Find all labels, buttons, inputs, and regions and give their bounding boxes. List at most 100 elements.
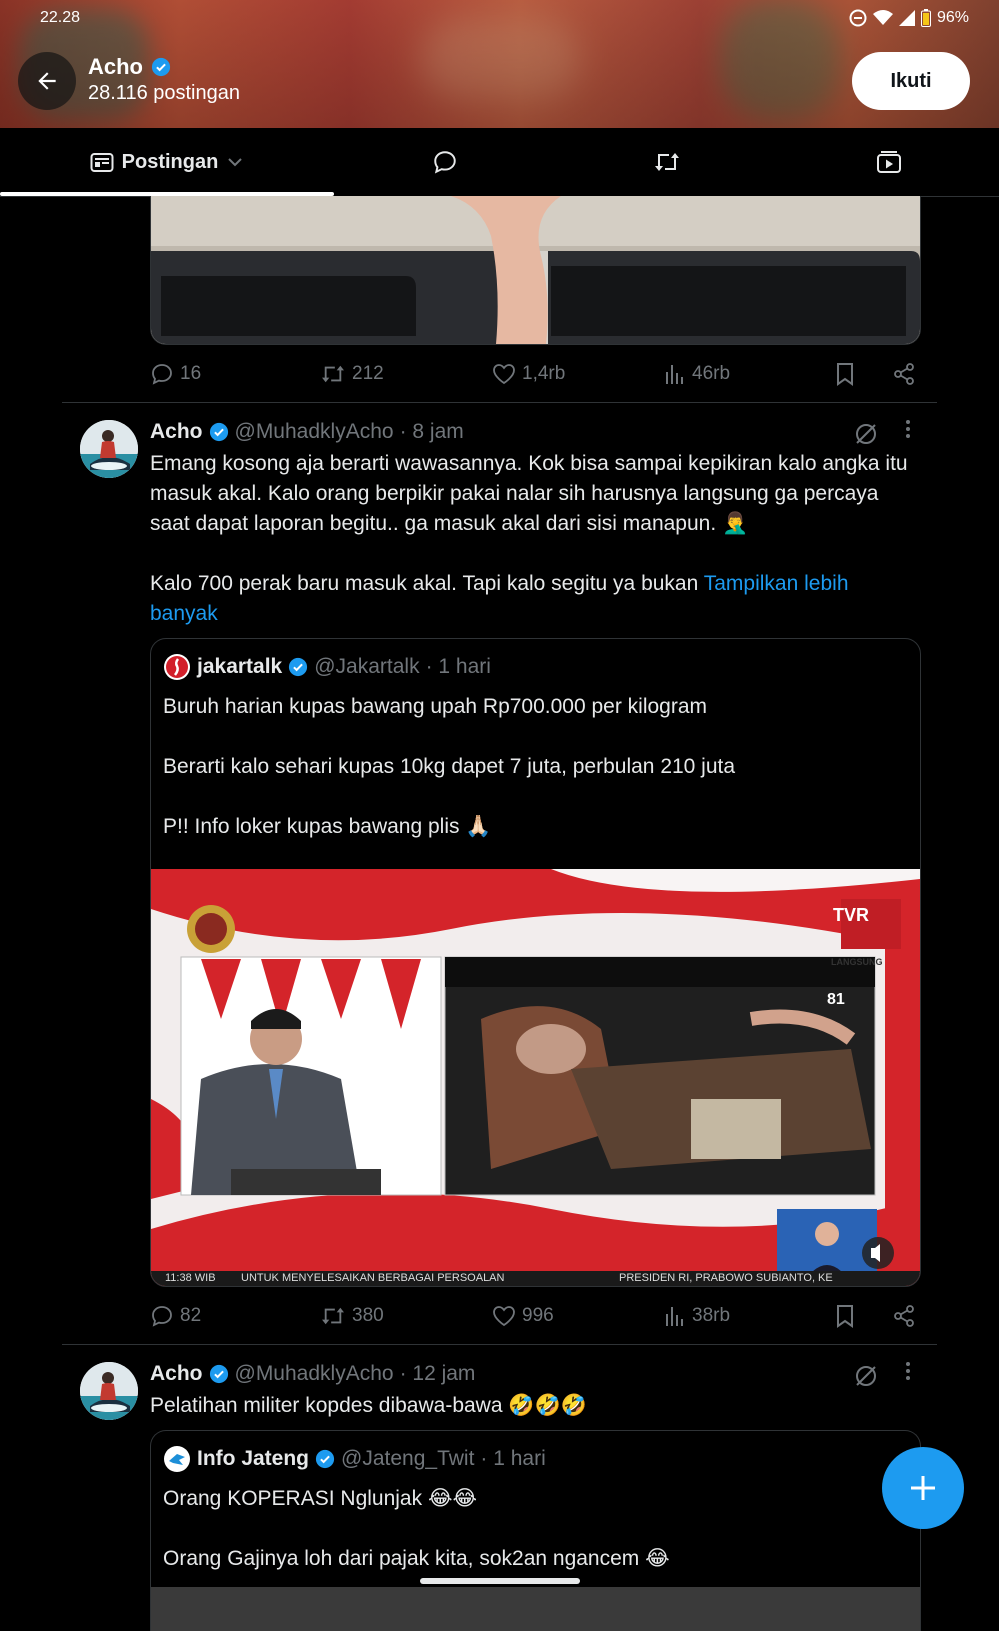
post-header: Acho @MuhadklyAcho · 8 jam <box>150 420 464 444</box>
bookmark-button[interactable] <box>834 362 856 386</box>
quote-time: · 1 hari <box>425 655 491 678</box>
tab-replies[interactable] <box>334 128 556 196</box>
quoted-post[interactable]: Info Jateng @Jateng_Twit · 1 hari Orang … <box>150 1430 921 1631</box>
quote-line-2: Orang Gajinya loh dari pajak kita, sok2a… <box>163 1547 670 1570</box>
reply-tab-icon <box>432 149 458 175</box>
like-button[interactable]: 1,4rb <box>492 363 565 385</box>
author-name[interactable]: Acho <box>150 1362 203 1386</box>
ticker-time: 11:38 WIB <box>165 1272 216 1284</box>
back-button[interactable] <box>18 52 76 110</box>
profile-name-row: Acho <box>88 54 171 80</box>
like-count: 996 <box>522 1305 554 1326</box>
reply-button[interactable]: 82 <box>150 1304 201 1328</box>
dnd-icon <box>849 9 867 27</box>
quote-author-name: jakartalk <box>197 655 283 678</box>
quote-video[interactable]: TVR LANGSUNG 81 11:38 WIB UNTUK MENYELES… <box>151 869 920 1286</box>
quoted-post[interactable]: jakartalk @Jakartalk · 1 hari Buruh hari… <box>150 638 921 1287</box>
signal-icon <box>898 10 915 26</box>
avatar[interactable] <box>80 1362 138 1420</box>
reply-icon <box>150 362 174 386</box>
post-time: · 8 jam <box>399 420 464 443</box>
info-jateng-avatar <box>163 1445 191 1473</box>
post-text-p1: Emang kosong aja berarti wawasannya. Kok… <box>150 452 908 535</box>
quote-media-preview[interactable] <box>151 1587 920 1631</box>
heart-icon <box>492 1305 516 1327</box>
author-handle[interactable]: @MuhadklyAcho <box>235 420 394 444</box>
home-indicator[interactable] <box>420 1578 580 1584</box>
post-1-actions: 16 212 1,4rb 46rb <box>150 356 919 392</box>
bookmark-icon <box>834 1304 856 1328</box>
chevron-down-icon <box>226 153 244 171</box>
compose-button[interactable] <box>882 1447 964 1529</box>
verified-badge-icon <box>288 657 308 677</box>
battery-level: 96% <box>936 9 969 26</box>
tab-media[interactable] <box>778 128 999 196</box>
avatar[interactable] <box>80 420 138 478</box>
author-name[interactable]: Acho <box>150 420 203 444</box>
views-button[interactable]: 38rb <box>664 1305 730 1327</box>
ticker-text: UNTUK MENYELESAIKAN BERBAGAI PERSOALAN <box>241 1272 505 1284</box>
more-options-icon[interactable] <box>905 1360 911 1382</box>
bookmark-icon <box>834 362 856 386</box>
share-button[interactable] <box>892 1304 916 1328</box>
repost-icon <box>320 363 346 385</box>
quote-line-1: Orang KOPERASI Nglunjak 😂😂 <box>163 1487 478 1510</box>
repost-button[interactable]: 380 <box>320 1305 384 1327</box>
like-button[interactable]: 996 <box>492 1305 554 1327</box>
repost-tab-icon <box>653 149 681 175</box>
post-header: Acho @MuhadklyAcho · 12 jam <box>150 1362 475 1386</box>
repost-icon <box>320 1305 346 1327</box>
post-time: · 12 jam <box>399 1362 476 1385</box>
quote-line-1: Buruh harian kupas bawang upah Rp700.000… <box>163 695 708 718</box>
battery-icon <box>920 9 931 27</box>
posts-icon <box>90 151 114 173</box>
like-count: 1,4rb <box>522 363 566 384</box>
views-button[interactable]: 46rb <box>664 363 730 385</box>
grok-icon[interactable] <box>854 1364 878 1388</box>
verified-badge-icon <box>151 57 171 77</box>
views-count: 46rb <box>692 363 731 384</box>
tv-logo: TVR <box>833 905 869 925</box>
plus-icon <box>908 1473 938 1503</box>
wifi-icon <box>872 10 893 26</box>
profile-tabs: Postingan <box>0 128 999 197</box>
tab-reposts[interactable] <box>556 128 778 196</box>
post-count: 28.116 postingan <box>88 82 240 104</box>
author-handle[interactable]: @MuhadklyAcho <box>235 1362 394 1386</box>
reply-button[interactable]: 16 <box>150 362 201 386</box>
repost-count: 380 <box>352 1305 384 1326</box>
heart-icon <box>492 363 516 385</box>
verified-badge-icon <box>209 1364 229 1384</box>
share-button[interactable] <box>892 362 916 386</box>
tv-live-label: LANGSUNG <box>831 957 883 967</box>
analytics-icon <box>664 1305 686 1327</box>
post-text-p2: Kalo 700 perak baru masuk akal. Tapi kal… <box>150 572 704 595</box>
bookmark-button[interactable] <box>834 1304 856 1328</box>
post-divider <box>62 402 937 403</box>
profile-header: 22.28 96% Acho 28.116 postingan Ikuti <box>0 0 999 128</box>
quote-header: Info Jateng @Jateng_Twit · 1 hari <box>163 1445 546 1473</box>
arrow-left-icon <box>34 68 60 94</box>
quote-author-handle: @Jateng_Twit <box>341 1447 475 1470</box>
post-text: Emang kosong aja berarti wawasannya. Kok… <box>150 449 910 629</box>
views-count: 38rb <box>692 1305 731 1326</box>
quote-author-name: Info Jateng <box>197 1447 310 1470</box>
post-2-actions: 82 380 996 38rb <box>150 1298 919 1334</box>
status-time: 22.28 <box>40 9 81 26</box>
reply-count: 16 <box>180 363 202 384</box>
verified-badge-icon <box>315 1449 335 1469</box>
ticker-text-2: PRESIDEN RI, PRABOWO SUBIANTO, KE <box>619 1272 833 1284</box>
repost-button[interactable]: 212 <box>320 363 384 385</box>
more-options-icon[interactable] <box>905 418 911 440</box>
quote-header: jakartalk @Jakartalk · 1 hari <box>163 653 491 681</box>
quote-author-handle: @Jakartalk <box>314 655 420 678</box>
verified-badge-icon <box>209 422 229 442</box>
grok-icon[interactable] <box>854 422 878 446</box>
jakartalk-avatar <box>163 653 191 681</box>
tab-posts-label: Postingan <box>121 150 219 173</box>
post-media-image[interactable] <box>150 196 921 345</box>
post-divider <box>62 1344 937 1345</box>
tab-posts[interactable]: Postingan <box>0 128 334 196</box>
follow-button[interactable]: Ikuti <box>852 52 970 110</box>
repost-count: 212 <box>352 363 384 384</box>
